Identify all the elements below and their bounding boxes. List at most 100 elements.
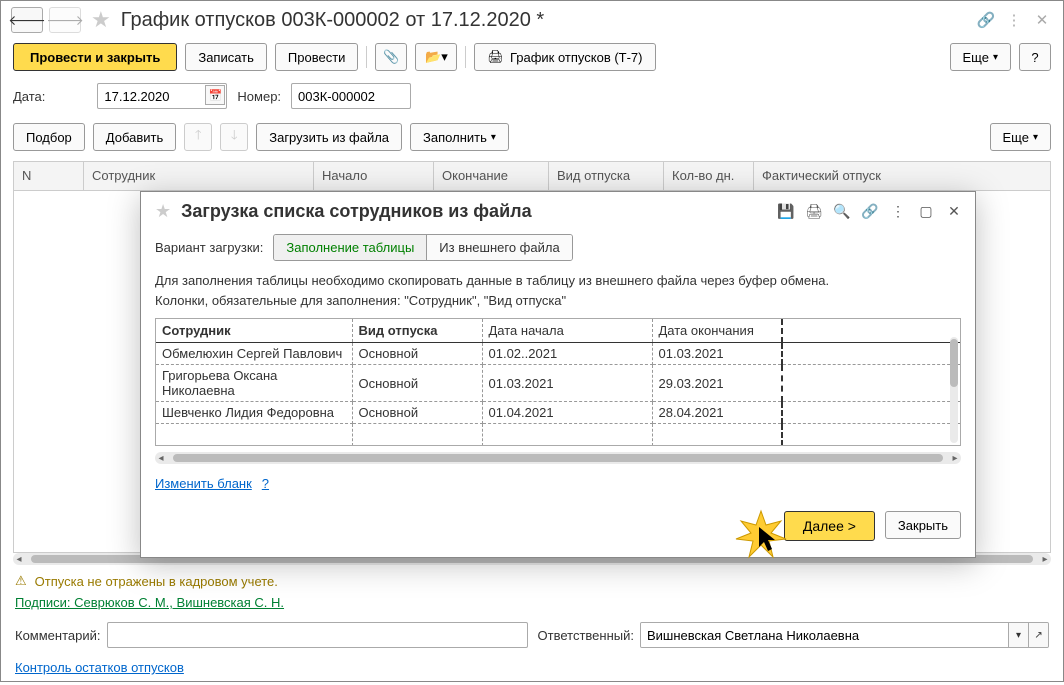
modal-info-1: Для заполнения таблицы необходимо скопир… [155,271,961,291]
chevron-down-icon: ▾ [1033,132,1038,143]
cell-start: 01.03.2021 [482,365,652,402]
scroll-thumb[interactable] [950,339,958,387]
modal-h-scrollbar[interactable]: ◂ ▸ [155,452,961,464]
folder-button[interactable]: 📂▾ [415,43,457,71]
table-header: N Сотрудник Начало Окончание Вид отпуска… [13,161,1051,191]
link-icon[interactable]: 🔗 [975,9,997,31]
variant-from-file[interactable]: Из внешнего файла [426,235,571,260]
signatures-link[interactable]: Подписи: Севрюков С. М., Вишневская С. Н… [15,595,284,610]
table-row[interactable]: Шевченко Лидия ФедоровнаОсновной01.04.20… [156,402,960,424]
modal-info-2: Колонки, обязательные для заполнения: "С… [155,291,961,311]
move-up-button[interactable]: 🡑 [184,123,212,151]
favorite-icon[interactable]: ★ [155,201,171,222]
save-icon[interactable]: 💾 [775,200,797,222]
next-button[interactable]: Далее > [784,511,875,541]
more-button[interactable]: Еще ▾ [950,43,1011,71]
date-label: Дата: [13,89,45,104]
print-t7-button[interactable]: 🖨 График отпусков (Т-7) [474,43,655,71]
add-button[interactable]: Добавить [93,123,176,151]
col-actual: Фактический отпуск [754,162,1050,190]
cell-type: Основной [352,402,482,424]
cell-employee: Обмелюхин Сергей Павлович [156,343,352,365]
modal-table[interactable]: Сотрудник Вид отпуска Дата начала Дата о… [156,319,960,446]
close-button[interactable]: Закрыть [885,511,961,539]
table-row[interactable]: Обмелюхин Сергей ПавловичОсновной01.02..… [156,343,960,365]
back-button[interactable]: 🡐 [11,7,43,33]
close-icon[interactable]: ✕ [943,200,965,222]
responsible-label: Ответственный: [538,628,634,643]
comment-input[interactable] [107,622,528,648]
cell-start: 01.04.2021 [482,402,652,424]
variant-label: Вариант загрузки: [155,240,263,255]
favorite-icon[interactable]: ★ [91,7,111,33]
table-row-empty[interactable] [156,424,960,446]
attach-button[interactable]: 📎 [375,43,407,71]
col-start: Начало [314,162,434,190]
more-icon[interactable]: ⋮ [1003,9,1025,31]
scroll-thumb[interactable] [173,454,943,462]
scroll-right-icon[interactable]: ▸ [949,453,961,464]
printer-icon: 🖨 [487,49,504,65]
link-icon[interactable]: 🔗 [859,200,881,222]
more-icon[interactable]: ⋮ [887,200,909,222]
number-label: Номер: [237,89,281,104]
help-button[interactable]: ? [1019,43,1051,71]
cell-employee: Шевченко Лидия Федоровна [156,402,352,424]
scroll-right-icon[interactable]: ▸ [1039,554,1051,565]
cursor-burst-icon [731,509,791,559]
close-icon[interactable]: ✕ [1031,9,1053,31]
forward-button[interactable]: 🡒 [49,7,81,33]
table-row-empty[interactable] [156,446,960,447]
move-down-button[interactable]: 🡓 [220,123,248,151]
cell-employee: Григорьева Оксана Николаевна [156,365,352,402]
chevron-down-icon: ▾ [993,52,998,63]
modal-v-scrollbar[interactable] [950,337,958,443]
separator [366,46,367,68]
more-button-2[interactable]: Еще ▾ [990,123,1051,151]
load-employees-modal: ★ Загрузка списка сотрудников из файла 💾… [140,191,976,558]
print-icon[interactable]: 🖨 [803,200,825,222]
col-employee: Сотрудник [84,162,314,190]
post-button[interactable]: Провести [275,43,359,71]
maximize-icon[interactable]: ▢ [915,200,937,222]
control-link[interactable]: Контроль остатков отпусков [15,660,184,675]
scroll-left-icon[interactable]: ◂ [155,453,167,464]
cell-end: 28.04.2021 [652,402,782,424]
cell-extra [782,402,960,424]
table-row[interactable]: Григорьева Оксана НиколаевнаОсновной01.0… [156,365,960,402]
mcol-extra [782,319,960,343]
mcol-end: Дата окончания [652,319,782,343]
scroll-left-icon[interactable]: ◂ [13,554,25,565]
cell-end: 01.03.2021 [652,343,782,365]
open-icon[interactable]: ↗ [1028,623,1048,647]
select-button[interactable]: Подбор [13,123,85,151]
col-type: Вид отпуска [549,162,664,190]
comment-label: Комментарий: [15,628,101,643]
load-from-file-button[interactable]: Загрузить из файла [256,123,402,151]
variant-fill-table[interactable]: Заполнение таблицы [274,235,426,260]
modal-title: Загрузка списка сотрудников из файла [181,201,769,222]
post-and-close-button[interactable]: Провести и закрыть [13,43,177,71]
dropdown-icon[interactable]: ▾ [1008,623,1028,647]
warning-icon: ⚠ [15,573,27,589]
fill-button[interactable]: Заполнить ▾ [410,123,509,151]
preview-icon[interactable]: 🔍 [831,200,853,222]
mcol-start: Дата начала [482,319,652,343]
write-button[interactable]: Записать [185,43,267,71]
responsible-input[interactable] [641,623,1008,647]
modal-help-link[interactable]: ? [262,476,269,491]
change-blank-link[interactable]: Изменить бланк [155,476,252,491]
col-n: N [14,162,84,190]
cell-type: Основной [352,343,482,365]
chevron-down-icon: ▾ [491,132,496,143]
separator [465,46,466,68]
col-days: Кол-во дн. [664,162,754,190]
col-end: Окончание [434,162,549,190]
cell-extra [782,365,960,402]
cell-extra [782,343,960,365]
mcol-type: Вид отпуска [352,319,482,343]
mcol-employee: Сотрудник [156,319,352,343]
page-title: График отпусков 003К-000002 от 17.12.202… [121,9,969,32]
number-input[interactable] [291,83,411,109]
calendar-icon[interactable]: 📅 [205,85,225,105]
